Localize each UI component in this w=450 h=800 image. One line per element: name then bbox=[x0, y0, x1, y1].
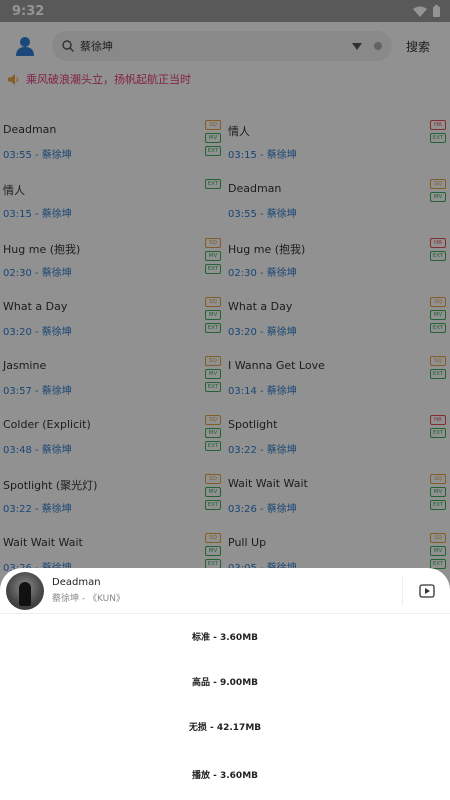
album-cover bbox=[6, 571, 44, 610]
sheet-header: Deadman 蔡徐坤 - 《KUN》 bbox=[0, 568, 450, 614]
sheet-song-sub: 蔡徐坤 - 《KUN》 bbox=[52, 594, 125, 604]
video-icon bbox=[418, 583, 435, 598]
option-high[interactable]: 高品 - 9.00MB bbox=[0, 675, 450, 688]
option-lossless[interactable]: 无损 - 42.17MB bbox=[0, 720, 450, 733]
option-standard[interactable]: 标准 - 3.60MB bbox=[0, 630, 450, 643]
sheet-song-name: Deadman bbox=[52, 577, 101, 588]
option-play[interactable]: 播放 - 3.60MB bbox=[0, 768, 450, 781]
play-video-button[interactable] bbox=[402, 575, 450, 606]
download-sheet: Deadman 蔡徐坤 - 《KUN》 标准 - 3.60MB 高品 - 9.0… bbox=[0, 568, 450, 800]
